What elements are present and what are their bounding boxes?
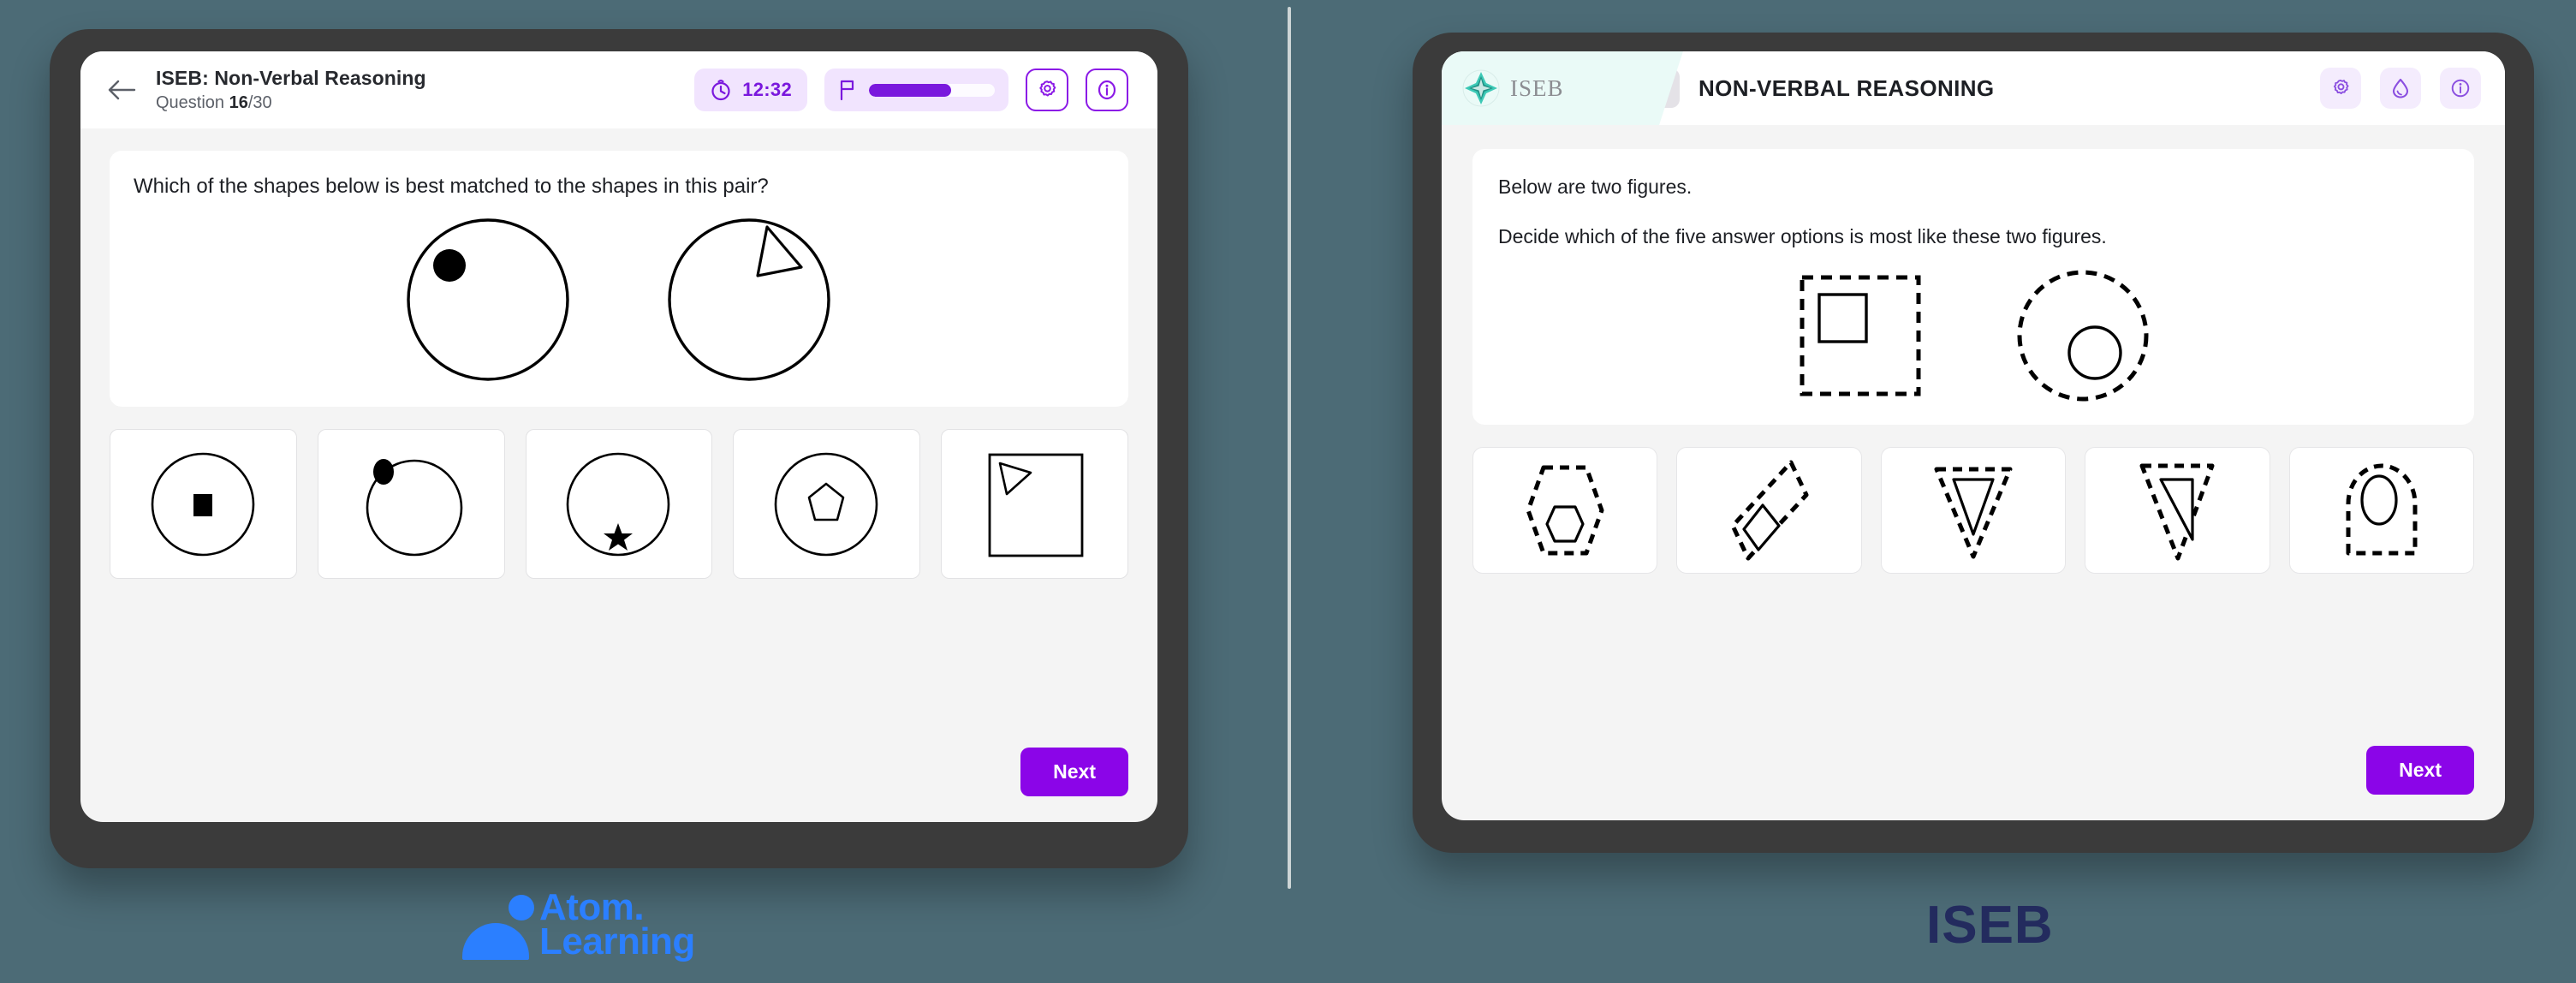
atom-title-block: ISEB: Non-Verbal Reasoning Question 16/3…	[156, 66, 677, 115]
comparison-stage: ISEB: Non-Verbal Reasoning Question 16/3…	[0, 0, 2576, 983]
atom-logo-wordmark: Atom. Learning	[539, 886, 695, 963]
answer-option-c[interactable]	[525, 429, 713, 580]
atom-logo-line-2: Learning	[539, 920, 695, 963]
iseb-page-title: NON-VERBAL REASONING	[1698, 74, 1995, 101]
atom-body: Which of the shapes below is best matche…	[80, 128, 1157, 822]
info-icon	[1098, 80, 1116, 100]
dashed-arch-with-ellipse-icon	[2346, 463, 2418, 556]
timer-value: 12:32	[742, 79, 792, 100]
water-drop-icon	[2392, 78, 2409, 98]
answer-option-d[interactable]	[733, 429, 921, 580]
square-with-triangle-icon	[988, 453, 1084, 557]
atom-logo-mark	[462, 894, 534, 960]
iseb-footer: Next	[1472, 724, 2474, 820]
iseb-answer-options-row	[1472, 447, 2475, 575]
iseb-settings-button[interactable]	[2320, 68, 2361, 109]
iseb-question-line-2: Decide which of the five answer options …	[1498, 225, 2107, 248]
atom-logo-line-1: Atom.	[539, 886, 645, 928]
iseb-stimulus-figure-1	[1800, 275, 1921, 396]
timer-pill: 12:32	[694, 69, 807, 111]
stopwatch-icon	[711, 80, 730, 101]
question-counter-current: 16	[229, 93, 248, 113]
circle-with-filled-square-icon	[151, 452, 255, 557]
dashed-diamond-with-diamond-icon	[1730, 460, 1809, 561]
answer-options-row	[110, 429, 1128, 580]
question-card: Which of the shapes below is best matche…	[110, 151, 1128, 408]
iseb-logo-text: ISEB	[1510, 74, 1564, 101]
iseb-star-logo	[1462, 69, 1500, 107]
progress-bar-fill	[869, 83, 951, 97]
circle-with-dot-on-edge-icon	[366, 458, 462, 557]
iseb-header: ISEB NON-VERBAL REASONING	[1442, 51, 2505, 125]
iseb-body: Below are two figures. Decide which of t…	[1442, 125, 2505, 820]
question-prompt: Which of the shapes below is best matche…	[134, 175, 769, 198]
gear-icon	[1039, 80, 1056, 97]
answer-option-e[interactable]	[941, 429, 1128, 580]
iseb-stimulus-figure-2	[2017, 270, 2149, 402]
atom-header: ISEB: Non-Verbal Reasoning Question 16/3…	[80, 51, 1157, 128]
settings-button[interactable]	[1026, 69, 1068, 111]
iseb-next-button[interactable]: Next	[2366, 746, 2474, 795]
iseb-answer-option-b[interactable]	[1676, 447, 1862, 575]
atom-footer: Next	[110, 725, 1128, 822]
progress-bar	[869, 83, 995, 97]
atom-dot-shape	[509, 894, 534, 920]
dashed-hexagon-with-hexagon-icon	[1526, 465, 1604, 556]
atom-dome-shape	[462, 922, 529, 960]
stimulus-row	[134, 206, 1104, 390]
iseb-answer-option-c[interactable]	[1880, 447, 2067, 575]
progress-pill	[824, 69, 1008, 111]
iseb-question-card: Below are two figures. Decide which of t…	[1472, 149, 2474, 426]
panel-divider	[1288, 7, 1291, 889]
dashed-triangle-with-triangle-icon	[1934, 467, 2013, 559]
dashed-narrow-triangle-with-triangle-icon	[2139, 463, 2215, 561]
atom-screen: ISEB: Non-Verbal Reasoning Question 16/3…	[80, 51, 1157, 822]
circle-with-star-icon	[567, 452, 670, 557]
page-title: ISEB: Non-Verbal Reasoning	[156, 66, 426, 89]
iseb-brand: ISEB	[1442, 51, 1621, 125]
iseb-screen: ISEB NON-VERBAL REASONING Below are two …	[1442, 51, 2505, 820]
question-counter-prefix: Question	[156, 93, 229, 113]
atom-tablet-frame: ISEB: Non-Verbal Reasoning Question 16/3…	[50, 29, 1188, 868]
iseb-tablet-frame: ISEB NON-VERBAL REASONING Below are two …	[1413, 33, 2534, 853]
stimulus-figure-1	[407, 218, 569, 382]
iseb-question-line-1: Below are two figures.	[1498, 176, 1693, 198]
arrow-left-icon[interactable]	[104, 73, 139, 107]
info-button[interactable]	[1086, 69, 1128, 111]
iseb-stimulus-row	[1498, 264, 2448, 408]
answer-option-b[interactable]	[317, 429, 505, 580]
question-counter: Question 16/30	[156, 92, 677, 114]
atom-learning-logo: Atom. Learning	[462, 886, 695, 963]
next-button[interactable]: Next	[1020, 748, 1128, 796]
iseb-answer-option-a[interactable]	[1472, 447, 1658, 575]
iseb-bottom-logo: ISEB	[1926, 896, 2054, 955]
info-icon	[2451, 79, 2470, 98]
answer-option-a[interactable]	[110, 429, 297, 580]
flag-icon	[840, 80, 854, 101]
iseb-answer-option-d[interactable]	[2085, 447, 2270, 575]
stimulus-figure-2	[668, 218, 830, 382]
circle-with-pentagon-icon	[774, 452, 878, 557]
contrast-button[interactable]	[2380, 68, 2421, 109]
question-counter-total: /30	[247, 93, 272, 113]
iseb-info-button[interactable]	[2440, 68, 2481, 109]
iseb-answer-option-e[interactable]	[2288, 447, 2475, 575]
gear-icon	[2333, 79, 2349, 94]
